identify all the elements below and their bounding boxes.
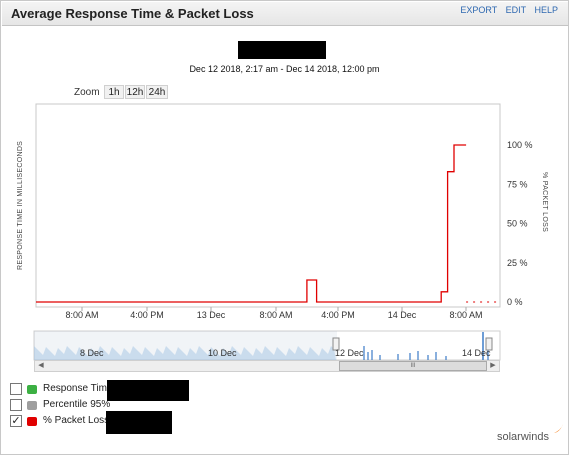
legend-label-percentile: Percentile 95% <box>43 399 111 410</box>
navigator-scroll-thumb[interactable]: III <box>339 361 487 371</box>
legend-swatch-red <box>27 417 37 426</box>
x-tick-label: 8:00 AM <box>259 310 292 320</box>
navigator-scrollbar[interactable]: ◀ III ▶ <box>34 360 500 372</box>
y-axis-right-label: % PACKET LOSS <box>541 172 548 233</box>
redacted-legend-3 <box>106 411 172 434</box>
y-tick-right-label: 25 % <box>507 258 528 268</box>
scroll-left-arrow-icon[interactable]: ◀ <box>35 361 47 371</box>
y-axis-left-label: RESPONSE TIME IN MILLISECONDS <box>17 140 24 270</box>
x-tick-label: 8:00 AM <box>65 310 98 320</box>
y-tick-right-label: 50 % <box>507 219 528 229</box>
legend-label-response-time: Response Tim <box>43 383 107 394</box>
legend-swatch-green <box>27 385 37 394</box>
navigator-date-label: 14 Dec <box>462 348 491 358</box>
navigator-date-label: 8 Dec <box>80 348 104 358</box>
navigator-date-label: 12 Dec <box>335 348 364 358</box>
scroll-right-arrow-icon[interactable]: ▶ <box>487 361 499 371</box>
legend-checkbox-percentile[interactable] <box>10 399 22 411</box>
x-tick-label: 4:00 PM <box>130 310 164 320</box>
plot-area <box>35 103 501 308</box>
legend-checkbox-response-time[interactable] <box>10 383 22 395</box>
x-tick-label: 14 Dec <box>388 310 417 320</box>
y-tick-right-label: 0 % <box>507 297 523 307</box>
solarwinds-logo: solarwinds <box>497 431 549 443</box>
legend-checkbox-packet-loss[interactable]: ✓ <box>10 415 22 427</box>
navigator-date-label: 10 Dec <box>208 348 237 358</box>
legend-label-packet-loss: % Packet Loss <box>43 415 110 426</box>
x-tick-label: 13 Dec <box>197 310 226 320</box>
redacted-legend-1 <box>107 380 189 401</box>
x-tick-label: 8:00 AM <box>449 310 482 320</box>
legend-swatch-gray <box>27 401 37 410</box>
solarwinds-logo-mark-icon <box>554 424 563 433</box>
y-tick-right-label: 100 % <box>507 140 533 150</box>
y-tick-right-label: 75 % <box>507 179 528 189</box>
x-tick-label: 4:00 PM <box>321 310 355 320</box>
